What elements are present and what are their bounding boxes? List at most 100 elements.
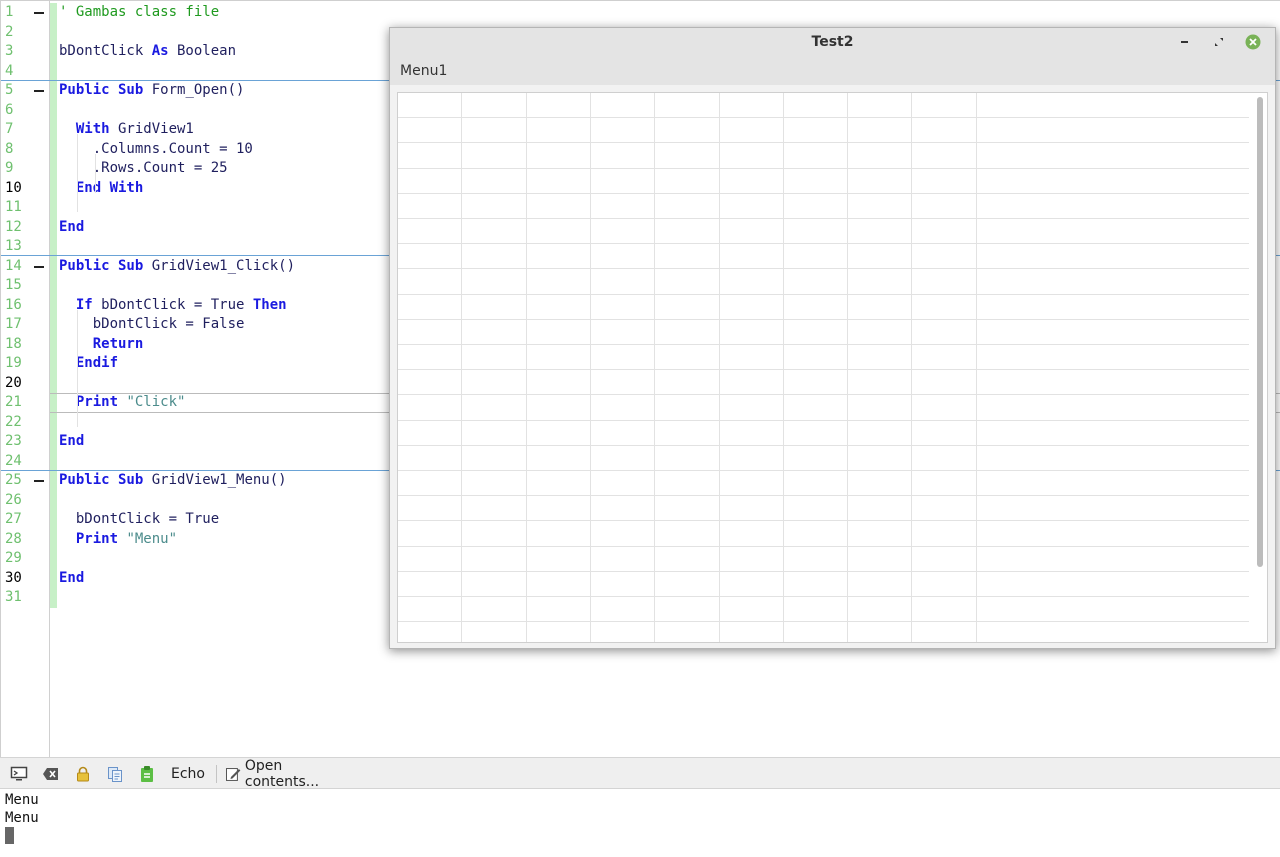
fold-toggle-icon[interactable] (34, 90, 44, 92)
indent-guide (95, 153, 96, 193)
change-marker (50, 120, 57, 140)
change-marker (50, 178, 57, 198)
line-number: 18 (5, 335, 22, 352)
code-text: bDontClick = True (59, 510, 219, 530)
line-number: 28 (5, 530, 22, 547)
echo-button[interactable]: Echo (168, 764, 208, 784)
line-number: 7 (5, 121, 14, 137)
close-icon (1245, 34, 1261, 50)
keyword: Public Sub (59, 472, 144, 488)
code-text: End (59, 569, 84, 589)
close-button[interactable] (1245, 34, 1261, 50)
backspace-icon (43, 768, 58, 780)
console-toolbar: Echo Open contents... (0, 757, 1280, 790)
line-number: 6 (5, 101, 14, 118)
code-token: .Columns.Count = 10 (59, 140, 253, 157)
vertical-scrollbar[interactable] (1257, 97, 1263, 567)
line-number: 26 (5, 491, 22, 508)
fold-toggle-icon[interactable] (34, 480, 44, 482)
line-number: 21 (5, 394, 22, 410)
console-output[interactable]: Menu Menu (0, 790, 1280, 857)
code-text: End (59, 432, 84, 452)
change-marker (50, 42, 57, 62)
code-text: With GridView1 (59, 120, 194, 140)
code-text: If bDontClick = True Then (59, 296, 287, 316)
code-line[interactable]: 1 ' Gambas class file (1, 3, 1280, 23)
window-titlebar[interactable]: Test2 (390, 28, 1275, 58)
code-token: GridView1_Click() (143, 257, 296, 274)
code-token: .Rows.Count = 25 (59, 160, 228, 176)
edit-icon (225, 768, 241, 781)
code-token: bDontClick = True (59, 511, 220, 527)
keyword: End (59, 433, 85, 449)
grid-column-line (718, 93, 720, 642)
copy-button[interactable] (105, 764, 125, 784)
change-marker (50, 471, 57, 491)
gridview1[interactable] (397, 92, 1268, 643)
code-text: bDontClick As Boolean (59, 42, 236, 62)
code-token: Form_Open() (143, 82, 245, 98)
grid-column-line (911, 93, 913, 642)
maximize-button[interactable] (1211, 34, 1227, 50)
code-text: End With (59, 179, 143, 199)
line-number: 25 (5, 472, 22, 488)
code-text: Print "Menu" (59, 530, 177, 550)
change-marker (50, 510, 57, 530)
grid-column-line (589, 93, 591, 642)
fold-toggle-icon[interactable] (34, 265, 44, 268)
line-number: 4 (5, 62, 14, 79)
line-number: 3 (5, 43, 14, 59)
change-marker (50, 3, 57, 23)
paste-button[interactable] (137, 764, 157, 784)
change-marker (50, 432, 57, 452)
code-text: Public Sub GridView1_Click() (59, 257, 295, 277)
line-number: 20 (5, 374, 22, 391)
clear-console-button[interactable] (41, 764, 61, 784)
lock-console-button[interactable] (73, 764, 93, 784)
clipboard-icon (141, 766, 153, 782)
change-marker (50, 139, 57, 159)
indent-guide (77, 134, 78, 212)
change-marker (50, 373, 57, 393)
change-marker (50, 588, 57, 608)
string-literal: "Menu" (126, 530, 178, 547)
change-marker (50, 295, 57, 315)
code-token: bDontClick (59, 43, 152, 59)
line-number: 16 (5, 296, 22, 313)
minimize-button[interactable] (1177, 34, 1193, 50)
keyword: Endif (75, 355, 119, 371)
line-number: 31 (5, 589, 22, 605)
change-marker (50, 334, 57, 354)
change-marker (50, 100, 57, 120)
window-menubar: Menu1 (390, 58, 1275, 85)
code-text: Public Sub GridView1_Menu() (59, 471, 287, 491)
keyword: Public Sub (59, 257, 144, 274)
grid-column-line (525, 93, 527, 642)
keyword: Return (92, 335, 144, 352)
show-console-button[interactable] (9, 764, 29, 784)
code-token: GridView1 (109, 121, 194, 137)
line-number: 5 (5, 82, 14, 98)
menu1[interactable]: Menu1 (400, 63, 447, 79)
keyword: With (75, 121, 110, 137)
code-token: Boolean (168, 43, 237, 59)
fold-toggle-icon[interactable] (34, 12, 44, 14)
line-number: 22 (5, 413, 22, 430)
change-marker (50, 568, 57, 588)
copy-icon (108, 767, 122, 782)
line-number: 13 (5, 238, 22, 254)
open-contents-button[interactable]: Open contents... (225, 758, 360, 790)
line-number: 27 (5, 511, 22, 527)
open-contents-label: Open contents... (244, 758, 320, 790)
code-text: ' Gambas class file (59, 3, 219, 23)
code-text: Return (59, 335, 144, 355)
line-number: 19 (5, 355, 22, 371)
keyword: If (75, 296, 93, 313)
change-marker (50, 198, 57, 218)
change-marker (50, 549, 57, 569)
